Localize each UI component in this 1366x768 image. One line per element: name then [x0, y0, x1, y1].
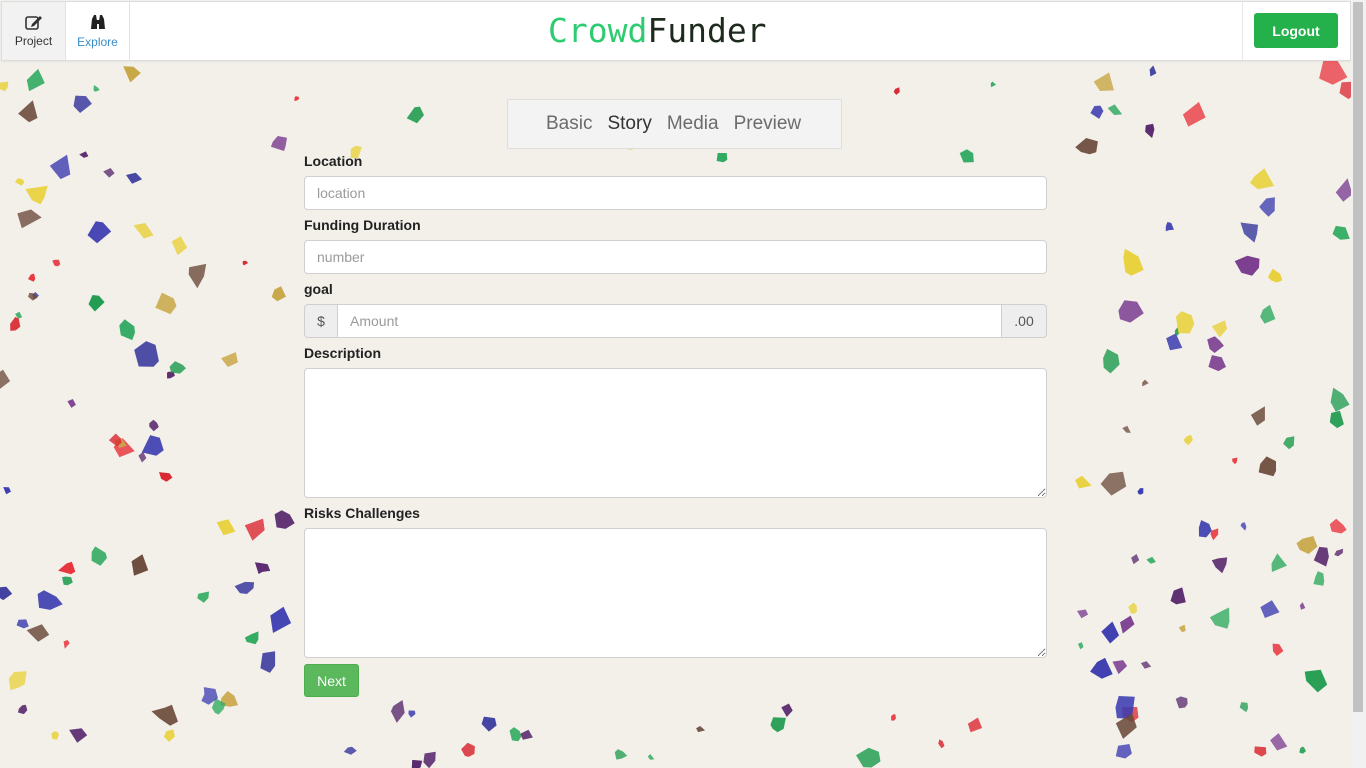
nav-project-button[interactable]: Project [2, 2, 66, 60]
goal-amount-input[interactable] [338, 304, 1001, 338]
tab-story[interactable]: Story [607, 113, 651, 135]
vertical-scrollbar[interactable] [1351, 0, 1366, 768]
brand-part1: Crowd [548, 11, 648, 50]
dollar-addon: $ [304, 304, 338, 338]
goal-label: goal [304, 281, 333, 297]
logout-button[interactable]: Logout [1254, 13, 1338, 48]
risks-challenges-label: Risks Challenges [304, 505, 420, 521]
goal-input-group: $ .00 [304, 304, 1047, 338]
brand-logo[interactable]: CrowdFunder [548, 11, 767, 51]
brand-part2: Funder [647, 11, 767, 50]
nav-explore-label: Explore [77, 35, 118, 49]
binoculars-icon [90, 15, 105, 29]
edit-icon [24, 16, 42, 30]
step-tabs: Basic Story Media Preview [507, 99, 842, 149]
tab-basic[interactable]: Basic [546, 113, 592, 135]
tab-media[interactable]: Media [667, 113, 719, 135]
nav-project-label: Project [14, 34, 53, 48]
cents-addon: .00 [1001, 304, 1047, 338]
nav-right-area: Logout [1242, 2, 1350, 60]
scrollbar-thumb[interactable] [1353, 2, 1363, 712]
funding-duration-label: Funding Duration [304, 217, 421, 233]
location-label: Location [304, 153, 363, 169]
tab-preview[interactable]: Preview [734, 113, 802, 135]
top-navbar: Project Explore CrowdFunder Logout [1, 1, 1351, 61]
location-input[interactable] [304, 176, 1047, 210]
description-textarea[interactable] [304, 368, 1047, 498]
next-button[interactable]: Next [304, 664, 359, 697]
description-label: Description [304, 345, 382, 361]
nav-explore-button[interactable]: Explore [66, 2, 130, 60]
risks-challenges-textarea[interactable] [304, 528, 1047, 658]
funding-duration-input[interactable] [304, 240, 1047, 274]
